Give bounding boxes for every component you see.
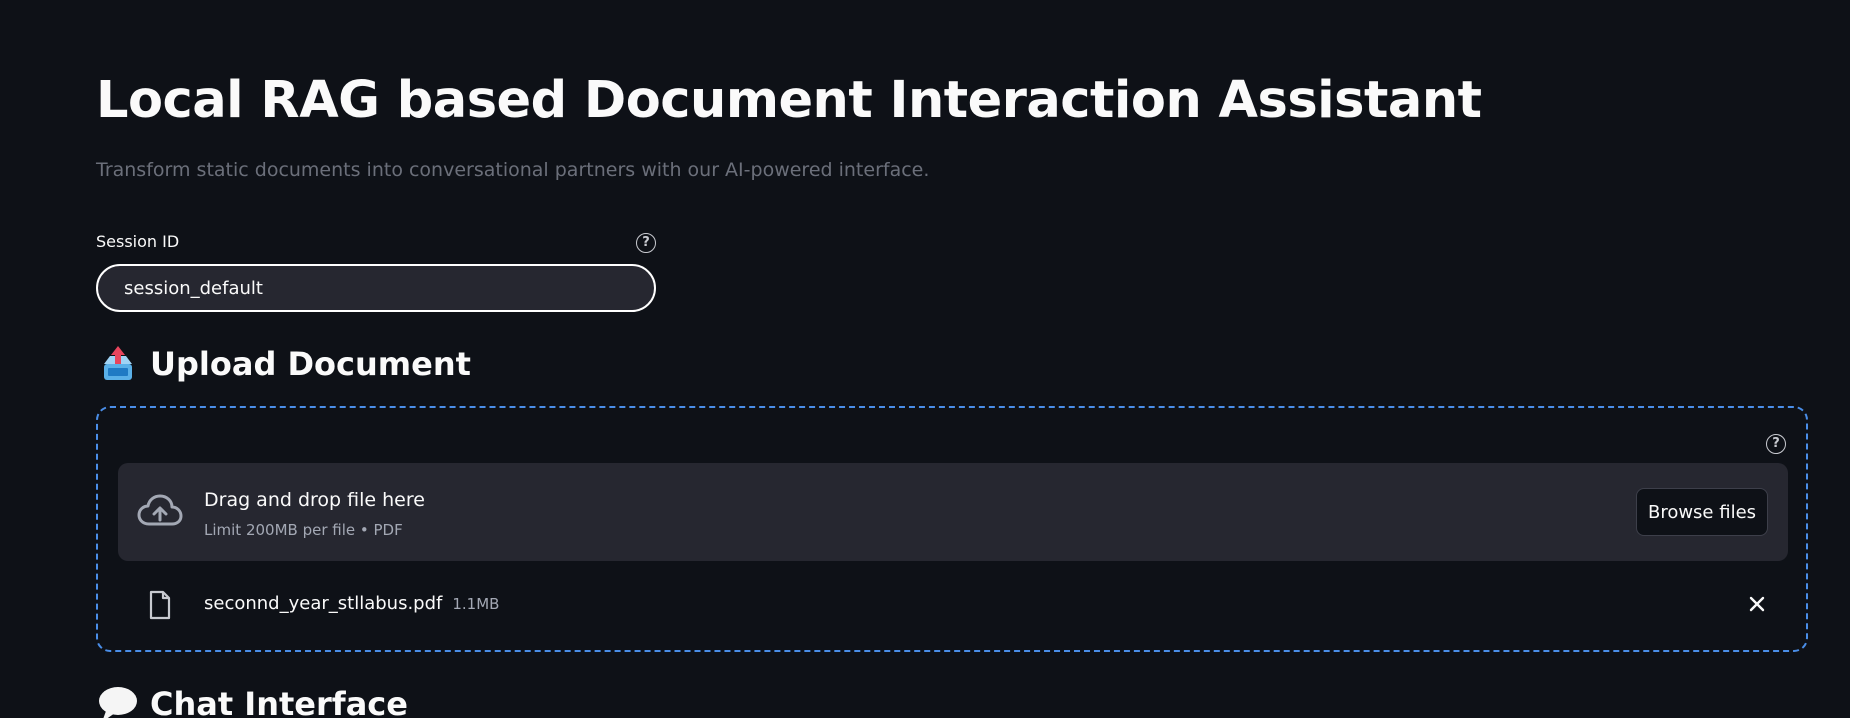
- close-icon[interactable]: [1746, 593, 1768, 615]
- uploaded-file-name: seconnd_year_stllabus.pdf 1.1MB: [204, 591, 499, 617]
- session-id-block: Session ID ?: [96, 230, 656, 312]
- file-name-text: seconnd_year_stllabus.pdf: [204, 593, 443, 614]
- cloud-upload-icon: [137, 494, 183, 526]
- chat-interface-heading-text: Chat Interface: [150, 685, 408, 718]
- dropzone-limit-text: Limit 200MB per file • PDF: [204, 521, 403, 539]
- question-circle-icon[interactable]: ?: [1766, 434, 1786, 454]
- session-id-input[interactable]: [96, 264, 656, 312]
- file-icon: [149, 590, 171, 620]
- file-size: 1.1MB: [452, 595, 500, 613]
- upload-document-heading: Upload Document: [96, 342, 471, 386]
- speech-balloon-emoji-icon: [96, 682, 140, 718]
- browse-files-button[interactable]: Browse files: [1636, 488, 1768, 536]
- question-circle-icon[interactable]: ?: [636, 233, 656, 253]
- inbox-tray-emoji-icon: [96, 342, 140, 386]
- page-subtitle: Transform static documents into conversa…: [96, 159, 930, 181]
- upload-document-heading-text: Upload Document: [150, 345, 471, 383]
- app-page: Local RAG based Document Interaction Ass…: [0, 0, 1850, 718]
- chat-interface-heading: Chat Interface: [96, 682, 408, 718]
- page-title: Local RAG based Document Interaction Ass…: [96, 71, 1482, 130]
- dropzone-title: Drag and drop file here: [204, 489, 425, 511]
- file-dropzone[interactable]: ? Drag and drop file here Limit 200MB pe…: [96, 406, 1808, 652]
- uploaded-file-row: seconnd_year_stllabus.pdf 1.1MB: [118, 580, 1788, 628]
- dropzone-instructions[interactable]: Drag and drop file here Limit 200MB per …: [118, 463, 1788, 561]
- session-id-label: Session ID: [96, 232, 180, 251]
